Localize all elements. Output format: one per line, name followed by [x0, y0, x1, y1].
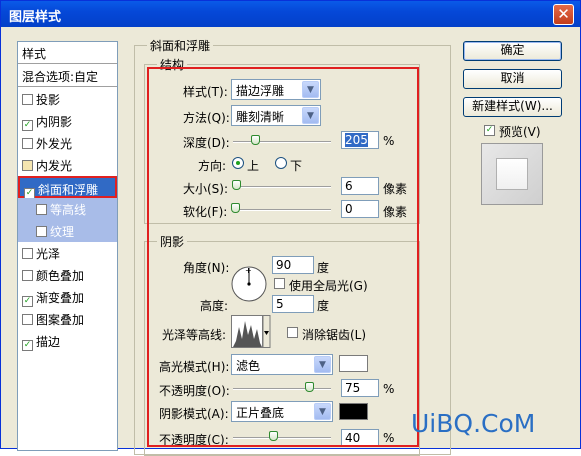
- sidebar-item-stroke[interactable]: ✓ 描边: [18, 330, 117, 352]
- sidebar-item-color-overlay[interactable]: 颜色叠加: [18, 264, 117, 286]
- drop-shadow-checkbox[interactable]: [22, 94, 33, 105]
- title-bar[interactable]: 图层样式: [1, 1, 580, 27]
- inner-glow-checkbox[interactable]: [22, 160, 33, 171]
- styles-list: 样式 混合选项:自定 投影 ✓ 内阴影 外发光 内发光 ✓ 斜面和浮雕 等高线 纹理…: [17, 41, 118, 451]
- sidebar-item-inner-glow[interactable]: 内发光: [18, 154, 117, 176]
- sidebar-item-outer-glow[interactable]: 外发光: [18, 132, 117, 154]
- sidebar-item-gradient-overlay[interactable]: ✓ 渐变叠加: [18, 286, 117, 308]
- sidebar-item-texture[interactable]: 纹理: [18, 220, 117, 242]
- close-icon: ✕: [557, 5, 570, 23]
- preview-box: [481, 143, 543, 205]
- sidebar-item-label: 纹理: [50, 225, 75, 239]
- styles-header[interactable]: 样式: [18, 42, 117, 64]
- preview-checkbox[interactable]: ✓: [484, 125, 495, 136]
- close-button[interactable]: ✕: [553, 4, 574, 25]
- texture-checkbox[interactable]: [36, 226, 47, 237]
- sidebar-item-label: 描边: [36, 335, 61, 349]
- sidebar-item-label: 渐变叠加: [36, 291, 85, 305]
- sidebar-item-label: 光泽: [36, 247, 61, 261]
- sidebar-item-label: 投影: [36, 93, 61, 107]
- cancel-button[interactable]: 取消: [463, 69, 562, 89]
- gradient-overlay-checkbox[interactable]: ✓: [22, 296, 33, 307]
- sidebar-item-pattern-overlay[interactable]: 图案叠加: [18, 308, 117, 330]
- sidebar-item-label: 内阴影: [36, 115, 73, 129]
- sidebar-item-label: 颜色叠加: [36, 269, 85, 283]
- annotation-frame: [147, 67, 419, 447]
- ok-button[interactable]: 确定: [463, 41, 562, 61]
- blend-options-item[interactable]: 混合选项:自定: [18, 65, 117, 87]
- pattern-overlay-checkbox[interactable]: [22, 314, 33, 325]
- bevel-emboss-title: 斜面和浮雕: [147, 37, 214, 54]
- sidebar-item-label: 等高线: [50, 203, 87, 217]
- color-overlay-checkbox[interactable]: [22, 270, 33, 281]
- outer-glow-checkbox[interactable]: [22, 138, 33, 149]
- sidebar-item-label: 外发光: [36, 137, 73, 151]
- sidebar-item-inner-shadow[interactable]: ✓ 内阴影: [18, 110, 117, 132]
- sidebar-item-bevel-emboss[interactable]: ✓ 斜面和浮雕: [18, 176, 117, 199]
- sidebar-item-label: 斜面和浮雕: [38, 183, 99, 197]
- sidebar-item-contour[interactable]: 等高线: [18, 198, 117, 220]
- contour-checkbox[interactable]: [36, 204, 47, 215]
- sidebar-item-label: 内发光: [36, 159, 73, 173]
- new-style-button[interactable]: 新建样式(W)...: [463, 97, 562, 117]
- sidebar-item-drop-shadow[interactable]: 投影: [18, 88, 117, 110]
- sidebar-item-satin[interactable]: 光泽: [18, 242, 117, 264]
- dialog-title: 图层样式: [9, 10, 62, 25]
- inner-shadow-checkbox[interactable]: ✓: [22, 120, 33, 131]
- watermark: UiBQ.CoM: [411, 409, 536, 438]
- satin-checkbox[interactable]: [22, 248, 33, 259]
- stroke-checkbox[interactable]: ✓: [22, 340, 33, 351]
- layer-style-dialog: 图层样式 ✕ 样式 混合选项:自定 投影 ✓ 内阴影 外发光 内发光 ✓ 斜面和浮雕…: [0, 0, 581, 456]
- sidebar-item-label: 图案叠加: [36, 313, 85, 327]
- preview-thumbnail: [496, 158, 528, 190]
- preview-label[interactable]: 预览(V): [499, 123, 541, 140]
